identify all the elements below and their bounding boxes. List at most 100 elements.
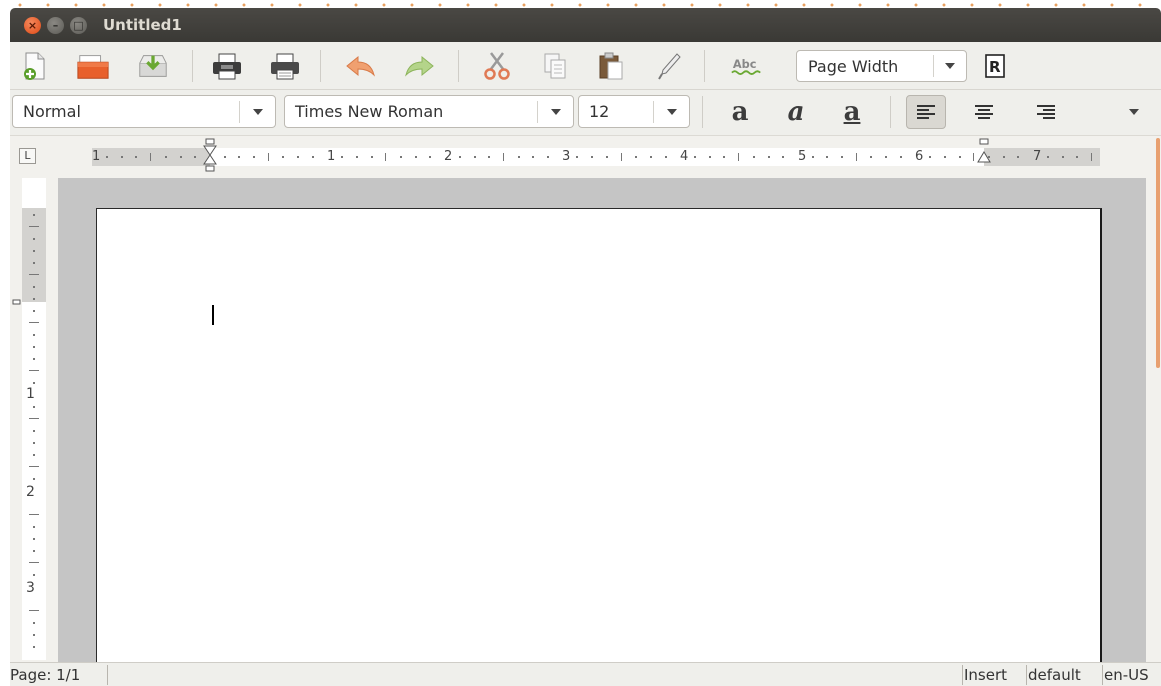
ruler-tick — [311, 156, 314, 158]
ruler-tick — [694, 156, 696, 158]
ruler-tick — [33, 358, 35, 360]
ruler-tick — [29, 514, 39, 515]
ruler-tick — [29, 610, 39, 611]
ruler-tick — [33, 334, 35, 336]
left-indent-marker[interactable] — [202, 138, 218, 174]
chevron-down-icon[interactable] — [239, 100, 275, 123]
zoom-button[interactable]: R — [978, 50, 1012, 82]
open-button[interactable] — [76, 50, 110, 82]
ruler-label: 3 — [562, 149, 571, 164]
ruler-label: 1 — [26, 386, 35, 402]
align-right-button[interactable] — [1026, 95, 1066, 129]
ruler-tick — [33, 382, 35, 384]
document-page[interactable] — [96, 208, 1102, 678]
page-style[interactable]: default — [1028, 665, 1081, 686]
window-close-button[interactable]: × — [24, 16, 41, 34]
ruler-tick — [841, 156, 843, 158]
ruler-tick — [29, 562, 39, 563]
undo-button[interactable] — [344, 50, 378, 82]
ruler-tick — [135, 156, 138, 158]
italic-button[interactable]: a — [776, 95, 816, 129]
print-button[interactable] — [268, 50, 302, 82]
chevron-down-icon[interactable] — [537, 100, 573, 123]
page-count[interactable]: Page: 1/1 — [10, 665, 107, 686]
redo-icon — [405, 55, 434, 77]
window-title: Untitled1 — [103, 16, 182, 34]
language[interactable]: en-US — [1104, 665, 1149, 686]
top-margin-marker[interactable] — [12, 297, 22, 307]
spellcheck-icon: Abc — [731, 57, 761, 75]
font-name-value: Times New Roman — [295, 102, 444, 121]
clone-formatting-button[interactable] — [652, 50, 686, 82]
paragraph-style-select[interactable]: Normal — [12, 95, 276, 128]
print-preview-button[interactable] — [210, 50, 244, 82]
ruler-tick — [33, 238, 35, 240]
zoom-select[interactable]: Page Width — [796, 50, 967, 82]
new-document-button[interactable] — [18, 50, 52, 82]
ruler-tick — [752, 156, 755, 158]
svg-text:Abc: Abc — [733, 57, 757, 71]
spellcheck-button[interactable]: Abc — [730, 50, 764, 82]
ruler-label: 4 — [680, 149, 689, 164]
ruler-tick — [238, 156, 241, 158]
ruler-label: 6 — [915, 149, 924, 164]
ruler-tick — [164, 156, 167, 158]
vertical-scrollbar[interactable] — [1146, 136, 1161, 662]
ruler-tick — [33, 250, 35, 252]
horizontal-ruler[interactable]: 1 1 2 3 4 5 6 7 — [92, 138, 1100, 172]
ruler-tick — [106, 156, 108, 158]
align-center-button[interactable] — [964, 95, 1004, 129]
ruler-tick — [473, 156, 476, 158]
copy-button[interactable] — [538, 50, 572, 82]
ruler-tick — [532, 156, 535, 158]
standard-toolbar: Abc Page Width R — [10, 42, 1161, 90]
align-right-icon — [1037, 105, 1055, 119]
zoom-value: Page Width — [808, 56, 899, 76]
ruler-tick — [29, 466, 39, 467]
tab-stop-selector[interactable]: L — [19, 148, 36, 164]
ruler-tick — [885, 156, 888, 158]
ruler-tick — [811, 156, 814, 158]
font-size-select[interactable]: 12 — [578, 95, 690, 128]
align-left-button[interactable] — [906, 95, 946, 129]
underline-button[interactable]: a — [832, 95, 872, 129]
ruler-tick — [33, 442, 35, 444]
ruler-tick — [33, 550, 35, 552]
ruler-tick — [547, 156, 549, 158]
ruler-tick — [855, 153, 857, 161]
clone-formatting-icon — [658, 53, 681, 80]
insert-mode[interactable]: Insert — [964, 665, 1007, 686]
window-minimize-button[interactable]: – — [47, 16, 64, 34]
svg-text:R: R — [989, 58, 1001, 76]
font-name-select[interactable]: Times New Roman — [284, 95, 574, 128]
print-icon — [271, 53, 299, 80]
ruler-label: 7 — [1033, 149, 1042, 164]
ruler-tick — [708, 156, 711, 158]
cut-button[interactable] — [480, 50, 514, 82]
chevron-down-icon[interactable] — [653, 100, 689, 123]
ruler-tick — [29, 274, 39, 275]
ruler-tick — [33, 526, 35, 528]
ruler-tick — [458, 156, 461, 158]
ruler-tick — [1017, 156, 1020, 158]
ruler-tick — [1002, 156, 1005, 158]
ruler-tick — [33, 622, 35, 624]
scrollbar-thumb[interactable] — [1156, 138, 1160, 368]
ruler-tick — [33, 214, 35, 216]
ruler-tick — [297, 156, 300, 158]
paste-button[interactable] — [594, 50, 628, 82]
window-maximize-button[interactable]: □ — [70, 16, 87, 34]
save-button[interactable] — [136, 50, 170, 82]
redo-button[interactable] — [402, 50, 436, 82]
vertical-ruler[interactable]: 1 2 3 — [22, 178, 46, 660]
chevron-down-icon[interactable] — [933, 55, 966, 77]
ruler-tick — [370, 156, 373, 158]
ruler-tick — [958, 156, 961, 158]
text-cursor — [212, 305, 214, 325]
ruler-label: 2 — [444, 149, 453, 164]
ruler-tick — [179, 156, 182, 158]
ruler-tick — [33, 310, 35, 312]
right-indent-marker[interactable] — [976, 138, 992, 166]
bold-button[interactable]: a — [720, 95, 760, 129]
toolbar-overflow-button[interactable] — [1122, 96, 1146, 128]
